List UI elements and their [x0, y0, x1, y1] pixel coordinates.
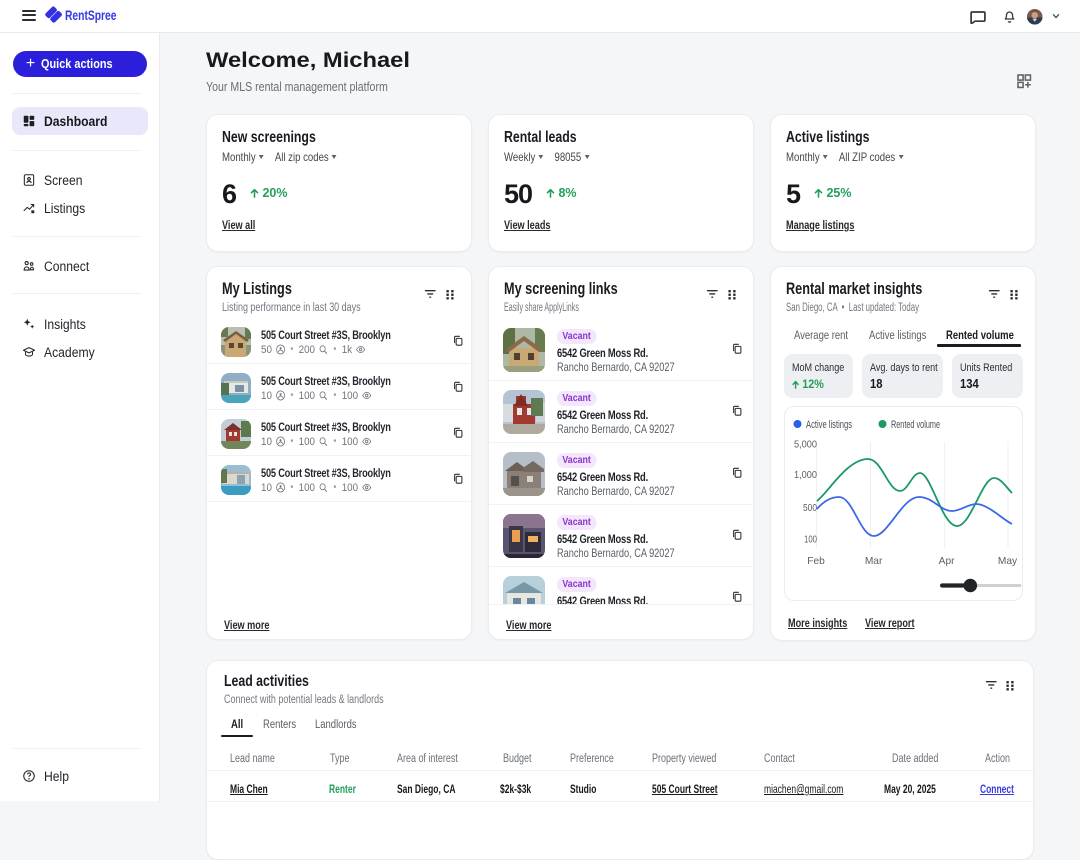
svg-text:500: 500 — [803, 502, 817, 514]
svg-text:Active listings: Active listings — [806, 419, 852, 431]
svg-text:Mar: Mar — [865, 556, 883, 567]
svg-text:1,000: 1,000 — [794, 469, 817, 481]
svg-text:May: May — [998, 556, 1018, 567]
svg-text:Rented volume: Rented volume — [891, 419, 940, 431]
svg-text:5,000: 5,000 — [794, 439, 817, 451]
svg-text:Apr: Apr — [939, 556, 955, 567]
svg-text:100: 100 — [804, 534, 817, 546]
svg-text:Feb: Feb — [807, 556, 825, 567]
